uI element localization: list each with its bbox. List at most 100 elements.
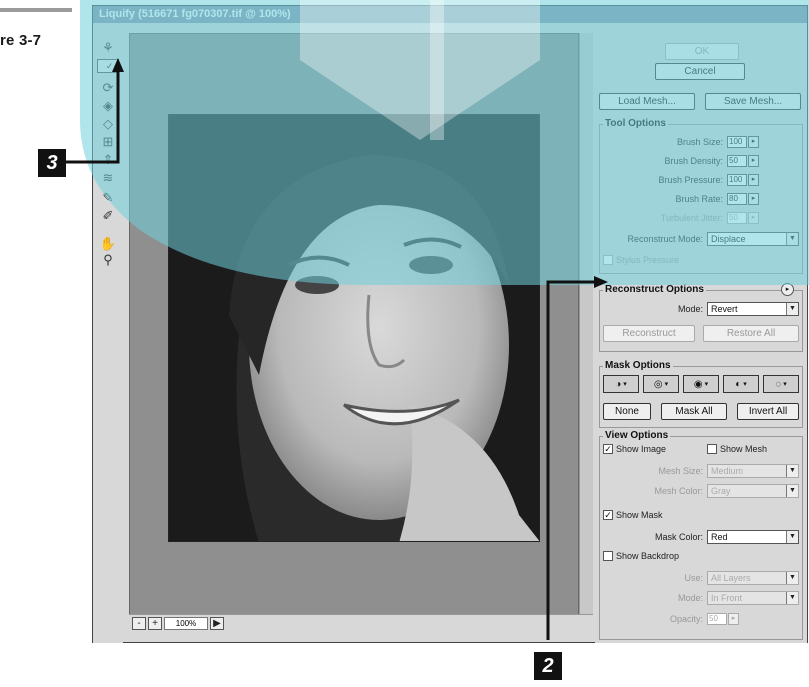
figure-label: re 3-7 [0,32,42,49]
reconstruct-mode-label: Reconstruct Mode: [627,234,703,244]
pucker-icon[interactable]: ◇ [97,115,119,133]
chevron-down-icon: ▼ [786,303,798,315]
callout-2: 2 [534,652,562,680]
zoom-in-button[interactable]: + [148,617,162,630]
mask-color-value: Red [711,532,728,542]
reconstruct-options-group [599,290,803,352]
brush-rate-arrow[interactable]: ▸ [748,193,759,205]
figure-rule [0,8,72,12]
stylus-pressure-checkbox[interactable] [603,255,613,265]
mask-subtract-icon: ◉ [693,378,703,390]
show-image-label: Show Image [616,444,667,454]
zoom-menu-button[interactable]: ▶ [210,617,224,630]
mesh-color-select[interactable]: Gray ▼ [707,484,799,498]
chevron-down-icon: ▾ [783,381,787,388]
show-mesh-checkbox[interactable] [707,444,717,454]
backdrop-mode-select[interactable]: In Front ▼ [707,591,799,605]
reconstruct-options-menu-icon[interactable]: ▸ [781,283,794,296]
brush-size-label: Brush Size: [676,137,723,147]
backdrop-opacity-arrow[interactable]: ▸ [728,613,739,625]
bloat-icon[interactable]: ⊞ [97,133,119,151]
backdrop-mode-value: In Front [711,593,743,603]
show-backdrop-checkbox[interactable] [603,551,613,561]
save-mesh-button[interactable]: Save Mesh... [705,93,801,110]
cancel-button[interactable]: Cancel [655,63,745,80]
zoom-out-button[interactable]: - [132,617,146,630]
brush-pressure-arrow[interactable]: ▸ [748,174,759,186]
chevron-down-icon: ▾ [664,381,669,388]
status-bar: - + 100% ▶ [129,614,593,632]
reconstruct-icon[interactable]: ✎ [97,189,119,207]
view-options-title: View Options [603,430,671,441]
mask-add-icon: ◎ [653,378,663,390]
brush-density-label: Brush Density: [664,156,723,166]
chevron-down-icon: ▼ [786,572,798,584]
mask-invert-icon: ◌ [775,378,782,390]
mask-subtract-button[interactable]: ◉ ▾ [683,375,719,393]
mask-color-select[interactable]: Red ▼ [707,530,799,544]
backdrop-use-select[interactable]: All Layers ▼ [707,571,799,585]
invert-all-button[interactable]: Invert All [737,403,799,420]
mesh-color-label: Mesh Color: [654,486,703,496]
reconstruct-mode-mode-label: Mode: [677,304,703,314]
brush-rate-label: Brush Rate: [675,194,723,204]
show-mesh-label: Show Mesh [720,444,768,454]
mask-all-button[interactable]: Mask All [661,403,727,420]
tool-palette: ⚘ ✓ ⟳ ◈ ◇ ⊞ ⇕ ≋ ✎ ✐ ✋ ⚲ [93,23,123,643]
mask-add-button[interactable]: ◎ ▾ [643,375,679,393]
brush-density-field[interactable]: 50 [727,155,747,167]
mask-invert-button[interactable]: ◌ ▾ [763,375,799,393]
mesh-color-value: Gray [711,486,731,496]
zoom-level[interactable]: 100% [164,617,208,630]
mask-color-label: Mask Color: [654,532,703,542]
turbulent-jitter-arrow[interactable]: ▸ [748,212,759,224]
twirl-ccw-icon[interactable]: ◈ [97,97,119,115]
brush-size-field[interactable]: 100 [727,136,747,148]
mask-replace-icon: ◑ [615,378,622,390]
stylus-pressure-label: Stylus Pressure [616,255,680,265]
chevron-down-icon: ▼ [786,233,798,245]
brush-size-arrow[interactable]: ▸ [748,136,759,148]
zoom-icon[interactable]: ⚲ [97,251,119,269]
liquify-window: Liquify (516671 fg070307.tif @ 100%) ⚘ ✓… [92,5,808,643]
show-image-checkbox[interactable]: ✓ [603,444,613,454]
chevron-down-icon: ▼ [786,531,798,543]
turbulent-jitter-field[interactable]: 50 [727,212,747,224]
ok-button[interactable]: OK [665,43,739,60]
vertical-scrollbar[interactable] [579,33,593,623]
revert-mode-select[interactable]: Revert ▼ [707,302,799,316]
backdrop-opacity-field[interactable]: 50 [707,613,727,625]
chevron-down-icon: ▾ [704,381,709,388]
twirl-cw-icon[interactable]: ⟳ [97,79,119,97]
shift-pixels-icon[interactable]: ⇕ [97,151,119,169]
mesh-size-value: Medium [711,466,744,476]
restore-all-button[interactable]: Restore All [703,325,799,342]
mask-intersect-icon: ◐ [735,378,742,390]
reconstruct-button[interactable]: Reconstruct [603,325,695,342]
load-mesh-button[interactable]: Load Mesh... [599,93,695,110]
backdrop-use-value: All Layers [711,573,751,583]
show-backdrop-label: Show Backdrop [616,551,680,561]
turbulence-tool-icon[interactable]: ✓ [97,59,119,73]
mask-none-button[interactable]: None [603,403,651,420]
backdrop-opacity-label: Opacity: [669,614,703,624]
show-mask-checkbox[interactable]: ✓ [603,510,613,520]
brush-density-arrow[interactable]: ▸ [748,155,759,167]
chevron-down-icon: ▼ [786,465,798,477]
tool-options-title: Tool Options [603,118,668,129]
reconstruct-mode-select[interactable]: Displace ▼ [707,232,799,246]
chevron-down-icon: ▾ [743,381,747,388]
warp-tool-icon[interactable]: ⚘ [97,39,119,57]
chevron-down-icon: ▼ [786,485,798,497]
turbulent-jitter-label: Turbulent Jitter: [660,213,723,223]
freeze-icon[interactable]: ✐ [97,207,119,225]
show-mask-label: Show Mask [616,510,663,520]
mask-replace-button[interactable]: ◑ ▾ [603,375,639,393]
reflection-icon[interactable]: ≋ [97,169,119,187]
brush-pressure-field[interactable]: 100 [727,174,747,186]
brush-rate-field[interactable]: 80 [727,193,747,205]
reconstruct-mode-value: Displace [711,234,746,244]
mesh-size-select[interactable]: Medium ▼ [707,464,799,478]
mask-intersect-button[interactable]: ◐ ▾ [723,375,759,393]
preview-canvas[interactable] [129,33,579,623]
